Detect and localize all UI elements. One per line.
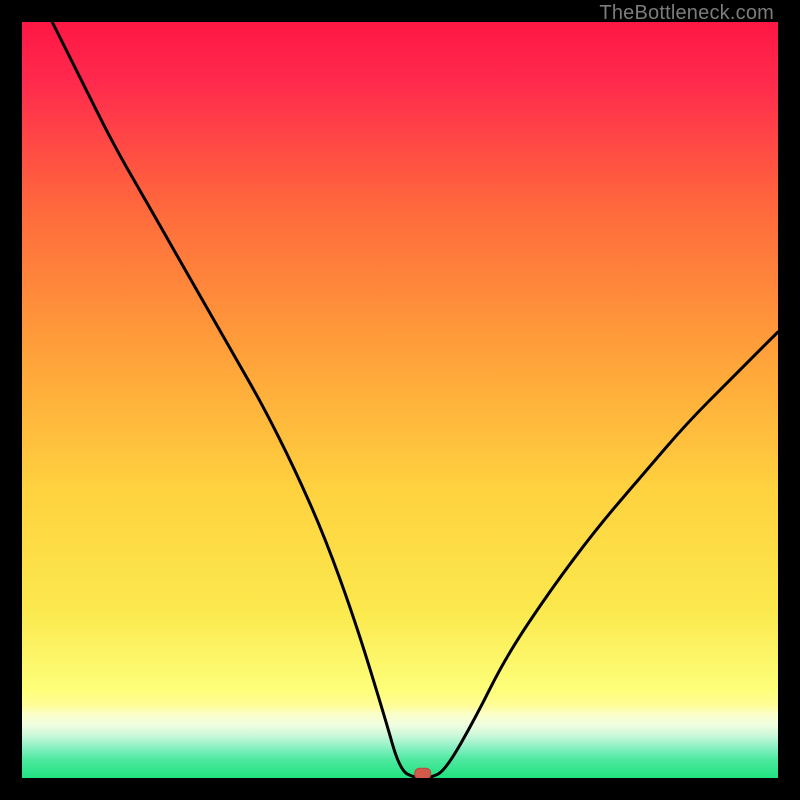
bottleneck-plot [22,22,778,778]
watermark-text: TheBottleneck.com [599,2,774,25]
gradient-background [22,22,778,778]
chart-frame [22,22,778,778]
optimal-point-marker [415,768,431,778]
